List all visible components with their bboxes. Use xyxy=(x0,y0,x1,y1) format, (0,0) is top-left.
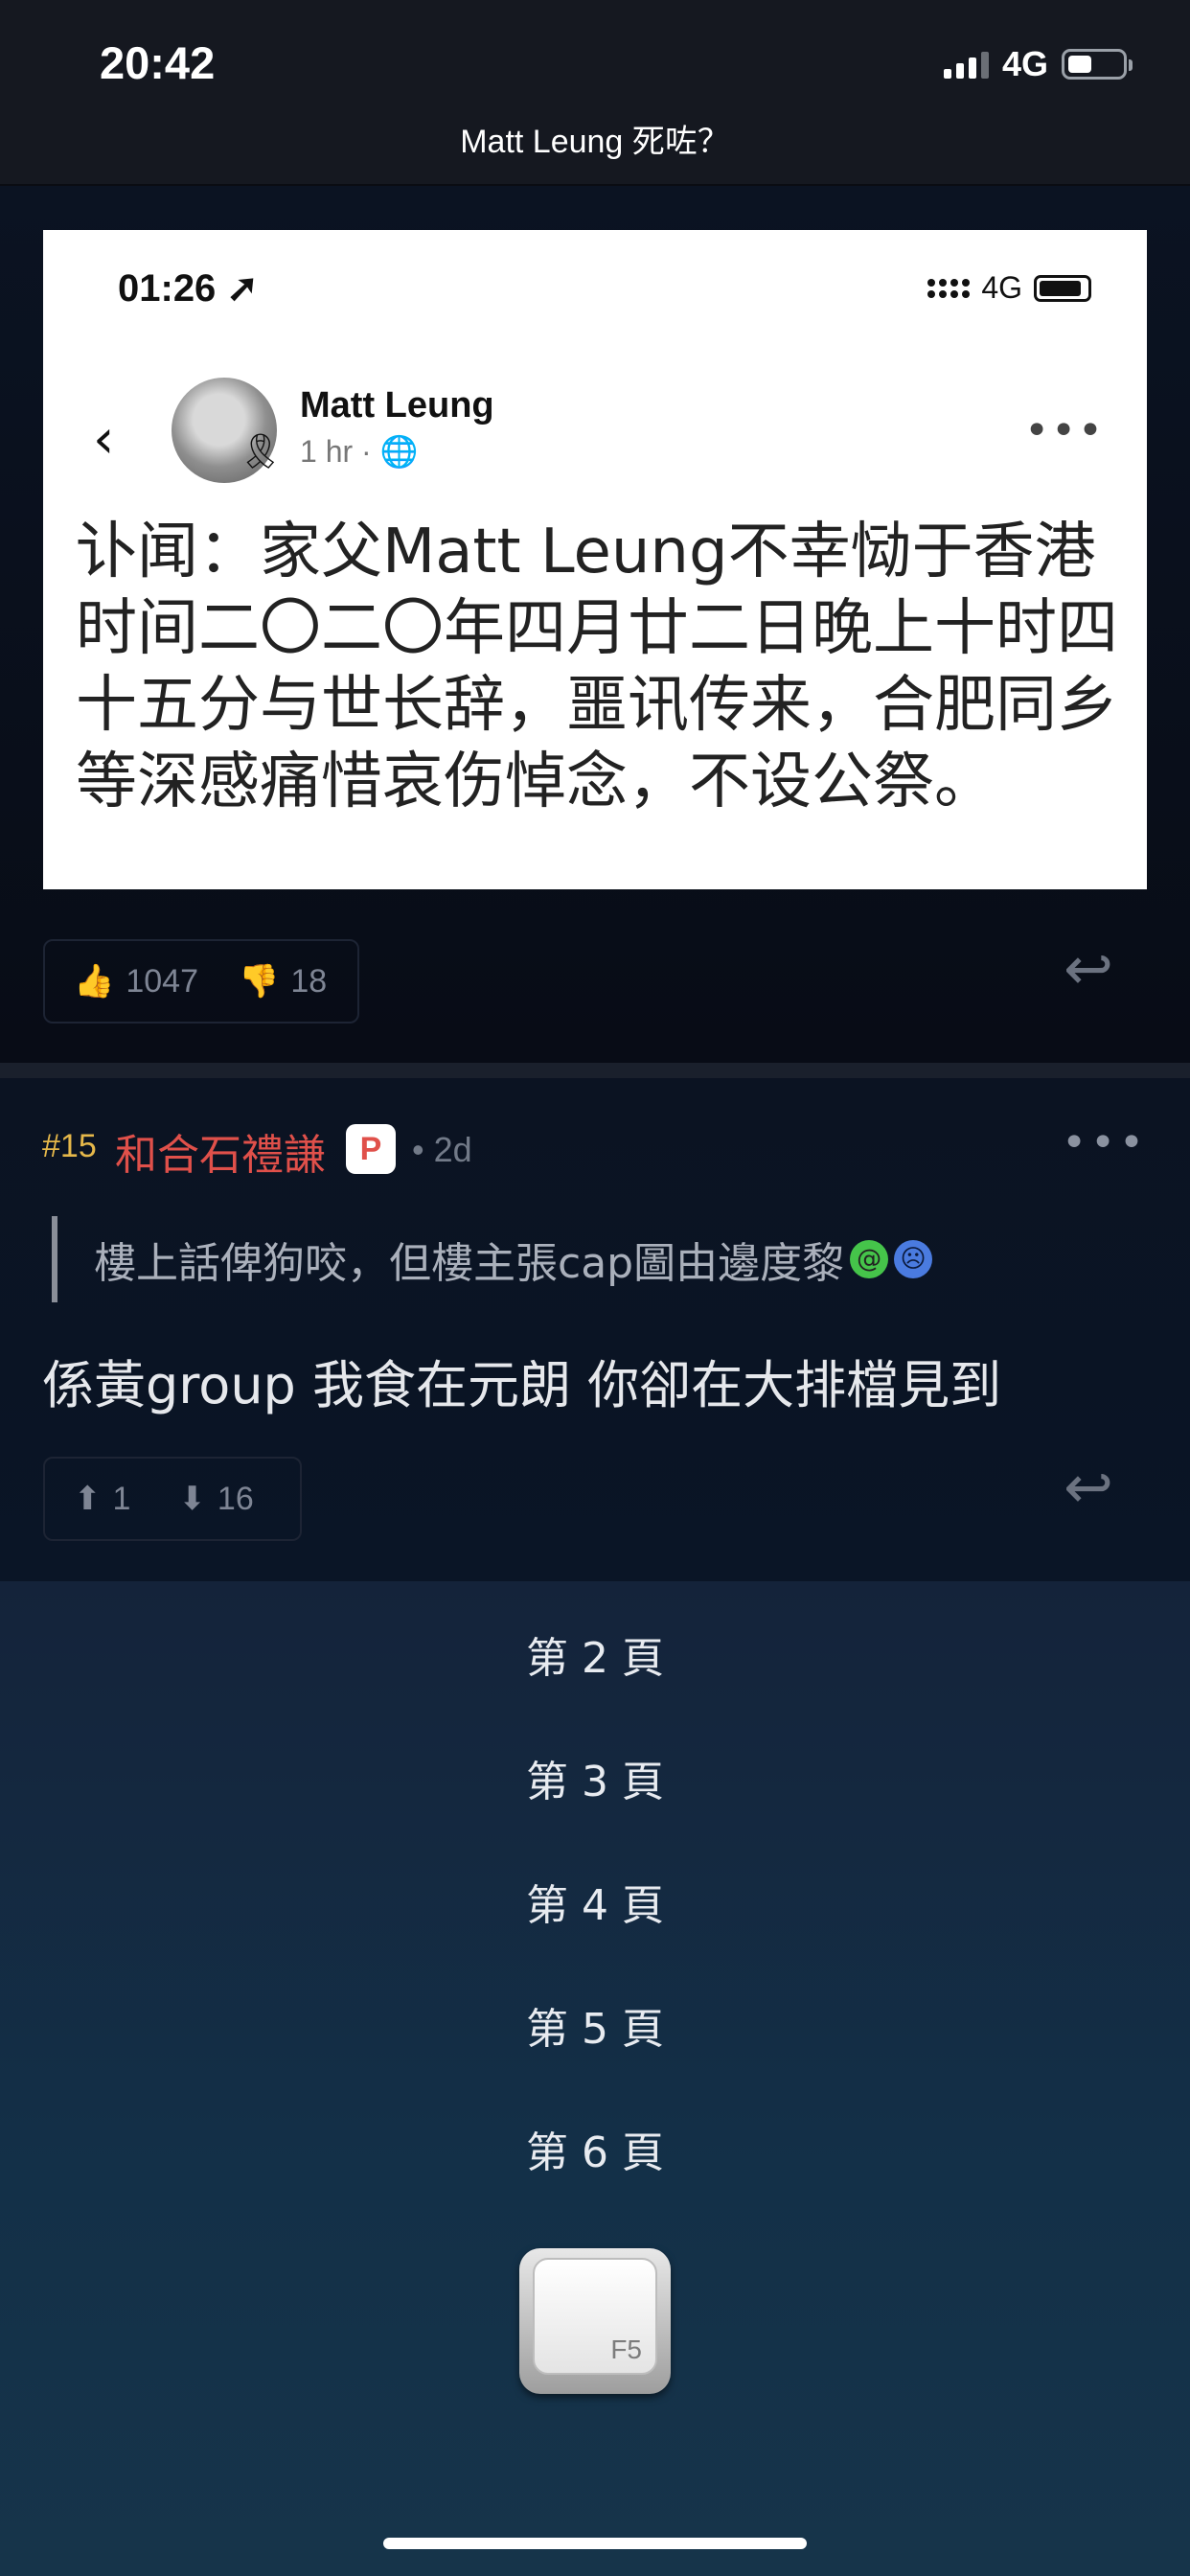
quote-block: 樓上話俾狗咬，但樓主張cap圖由邊度黎 @ ☹ xyxy=(52,1216,933,1302)
embedded-screenshot-image[interactable]: 01:26 ➚ 4G ‹ 🎗 Matt Leung 1 hr · 🌐 ••• 讣… xyxy=(43,230,1147,889)
status-icons: 4G xyxy=(943,44,1133,84)
page-link-2[interactable]: 第 2 頁 xyxy=(0,1623,1190,1685)
post-divider xyxy=(0,1063,1190,1078)
status-time: 20:42 xyxy=(100,37,216,88)
top-bar: 20:42 4G Matt Leung 死咗？ xyxy=(0,0,1190,186)
dislike-count: 18 xyxy=(290,962,328,1000)
embedded-battery-icon xyxy=(1034,274,1091,302)
arrow-down-icon: ⬇ xyxy=(178,1481,206,1517)
more-options-icon[interactable]: ••• xyxy=(1062,1118,1148,1167)
upvote-button[interactable]: ⬆ 1 xyxy=(74,1480,130,1518)
reaction-bar: 👍 1047 👎 18 xyxy=(43,939,359,1024)
page-link-6[interactable]: 第 6 頁 xyxy=(0,2118,1190,2179)
crying-emoji-icon: ☹ xyxy=(894,1240,933,1278)
page-title: Matt Leung 死咗？ xyxy=(460,124,730,160)
post-username[interactable]: 和合石禮謙 xyxy=(115,1120,326,1182)
refresh-f5-button[interactable]: F5 xyxy=(519,2248,671,2394)
page-link-3[interactable]: 第 3 頁 xyxy=(0,1747,1190,1808)
page-link-5[interactable]: 第 5 頁 xyxy=(0,1994,1190,2056)
upvote-count: 1 xyxy=(112,1480,131,1517)
embedded-time: 01:26 ➚ xyxy=(118,267,259,310)
signal-icon xyxy=(943,50,989,79)
quote-text: 樓上話俾狗咬，但樓主張cap圖由邊度黎 xyxy=(94,1239,845,1288)
battery-icon xyxy=(1062,49,1133,80)
embedded-back-icon: ‹ xyxy=(93,408,115,471)
pagination-panel: 第 2 頁 第 3 頁 第 4 頁 第 5 頁 第 6 頁 F5 xyxy=(0,1581,1190,2576)
downvote-button[interactable]: ⬇ 16 xyxy=(178,1480,253,1518)
post-1: 01:26 ➚ 4G ‹ 🎗 Matt Leung 1 hr · 🌐 ••• 讣… xyxy=(0,186,1190,1063)
vote-bar: ⬆ 1 ⬇ 16 xyxy=(43,1457,302,1541)
page-link-4[interactable]: 第 4 頁 xyxy=(0,1871,1190,1932)
embedded-more-icon: ••• xyxy=(1024,406,1105,455)
arrow-up-icon: ⬆ xyxy=(74,1481,102,1517)
embedded-ribbon-icon: 🎗 xyxy=(239,432,283,472)
f5-key-cap: F5 xyxy=(533,2258,657,2375)
network-type: 4G xyxy=(1001,44,1048,83)
embedded-signal-icon xyxy=(927,278,971,298)
thumbs-down-icon: 👎 xyxy=(238,963,280,1000)
user-badge: P xyxy=(346,1124,396,1174)
like-button[interactable]: 👍 1047 xyxy=(74,962,198,1000)
post-number: #15 xyxy=(42,1128,97,1164)
like-count: 1047 xyxy=(126,962,198,1000)
embedded-network: 4G xyxy=(981,270,1022,305)
reply-icon[interactable]: ↩ xyxy=(1064,933,1113,1003)
post-body: 係黃group 我食在元朗 你卻在大排檔見到 xyxy=(42,1355,1002,1415)
embedded-post-meta: 1 hr · 🌐 xyxy=(300,434,419,469)
home-indicator[interactable] xyxy=(383,2538,807,2549)
dizzy-emoji-icon: @ xyxy=(850,1240,889,1278)
reply-icon[interactable]: ↩ xyxy=(1064,1452,1113,1522)
f5-key-label: F5 xyxy=(610,2334,642,2364)
embedded-status-icons: 4G xyxy=(927,270,1091,306)
post-time: • 2d xyxy=(412,1130,472,1169)
embedded-post-text: 讣闻：家父Matt Leung不幸恸于香港时间二〇二〇年四月廿二日晚上十时四十五… xyxy=(76,517,1118,817)
downvote-count: 16 xyxy=(217,1480,254,1517)
thumbs-up-icon: 👍 xyxy=(74,963,115,1000)
embedded-author-name: Matt Leung xyxy=(300,385,494,426)
post-15: #15 和合石禮謙 P • 2d ••• 樓上話俾狗咬，但樓主張cap圖由邊度黎… xyxy=(0,1078,1190,1581)
dislike-button[interactable]: 👎 18 xyxy=(239,962,327,1000)
